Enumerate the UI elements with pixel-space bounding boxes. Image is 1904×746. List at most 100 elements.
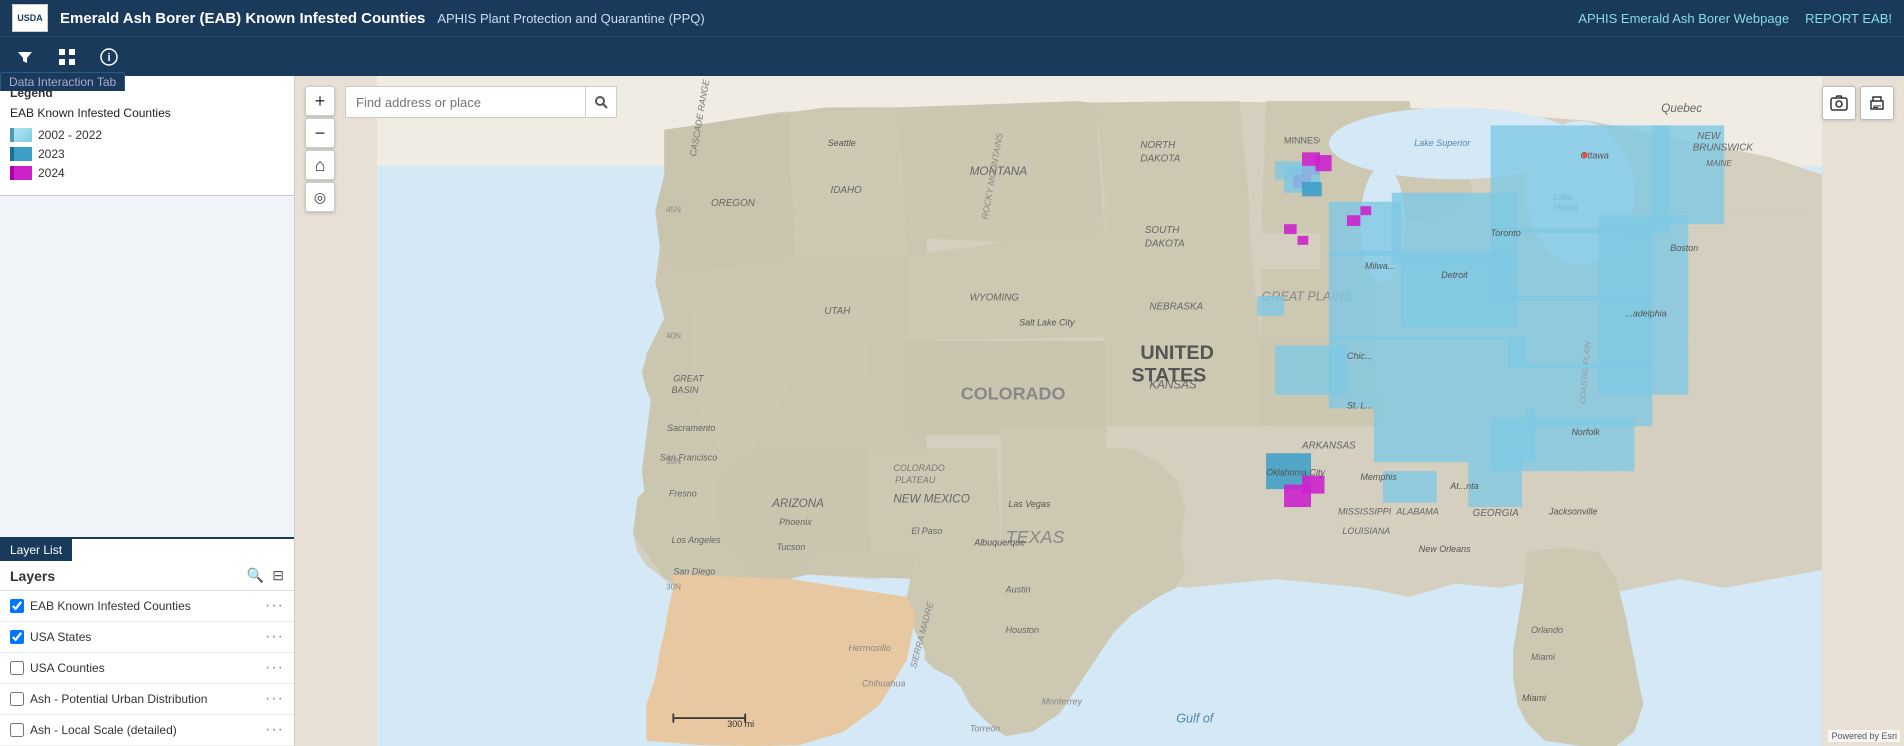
search-button[interactable]: [585, 86, 617, 118]
svg-text:NEW: NEW: [1697, 131, 1722, 142]
layers-search-button[interactable]: 🔍: [247, 567, 264, 584]
report-link[interactable]: REPORT EAB!: [1805, 11, 1892, 26]
layer-options-0[interactable]: ···: [265, 597, 284, 615]
layer-checkbox-4[interactable]: [10, 723, 24, 737]
attribution: Powered by Esri: [1828, 730, 1900, 742]
layer-name-2: USA Counties: [30, 661, 259, 675]
header: USDA Emerald Ash Borer (EAB) Known Infes…: [0, 0, 1904, 36]
main-layout: Legend EAB Known Infested Counties 2002 …: [0, 76, 1904, 746]
svg-text:BRUNSWICK: BRUNSWICK: [1693, 143, 1754, 154]
svg-text:WYOMING: WYOMING: [970, 293, 1020, 304]
svg-text:IDAHO: IDAHO: [831, 185, 863, 196]
svg-text:...adelphia: ...adelphia: [1625, 309, 1666, 319]
svg-text:NORTH: NORTH: [1140, 140, 1176, 151]
svg-text:Norfolk: Norfolk: [1571, 427, 1600, 437]
layer-list-tab[interactable]: Layer List: [0, 539, 72, 561]
header-title: Emerald Ash Borer (EAB) Known Infested C…: [60, 10, 425, 27]
svg-text:St. L...: St. L...: [1347, 400, 1373, 410]
layer-checkbox-0[interactable]: [10, 599, 24, 613]
svg-text:NEBRASKA: NEBRASKA: [1149, 302, 1203, 313]
map-top-right-buttons: [1822, 86, 1894, 120]
svg-text:i: i: [107, 52, 110, 64]
svg-text:UNITED: UNITED: [1140, 342, 1214, 364]
svg-text:Oklahoma City: Oklahoma City: [1266, 468, 1325, 478]
layers-header: Layers 🔍 ⊟: [0, 561, 294, 591]
info-button[interactable]: i: [92, 44, 126, 70]
legend-swatch-2002: [10, 128, 32, 142]
svg-text:DAKOTA: DAKOTA: [1145, 239, 1185, 250]
layers-filter-button[interactable]: ⊟: [272, 567, 284, 584]
svg-text:40N: 40N: [666, 331, 681, 340]
svg-text:El Paso: El Paso: [911, 526, 942, 536]
layer-options-3[interactable]: ···: [265, 690, 284, 708]
layer-checkbox-1[interactable]: [10, 630, 24, 644]
svg-text:GREAT: GREAT: [673, 373, 705, 383]
legend-swatch-2023: [10, 147, 32, 161]
grid-button[interactable]: [50, 44, 84, 70]
search-input[interactable]: [345, 86, 585, 118]
svg-text:Torreón: Torreón: [970, 724, 1001, 734]
layer-options-4[interactable]: ···: [265, 721, 284, 739]
map-controls: + − ⌂ ◎: [305, 86, 335, 212]
svg-text:Jacksonville: Jacksonville: [1548, 506, 1597, 516]
svg-text:OREGON: OREGON: [711, 198, 756, 209]
layer-checkbox-2[interactable]: [10, 661, 24, 675]
legend-label-2002: 2002 - 2022: [38, 128, 102, 142]
layer-name-0: EAB Known Infested Counties: [30, 599, 259, 613]
search-bar: [345, 86, 617, 118]
svg-text:PLATEAU: PLATEAU: [895, 475, 936, 485]
svg-text:COLORADO: COLORADO: [961, 383, 1066, 403]
legend-label-2024: 2024: [38, 166, 65, 180]
map-container[interactable]: OREGON CASCADE RANGE IDAHO MONTANA WYOMI…: [295, 76, 1904, 746]
svg-text:MISSISSIPPI: MISSISSIPPI: [1338, 506, 1392, 516]
layer-row-2: USA Counties ···: [0, 653, 294, 684]
svg-text:Tucson: Tucson: [777, 542, 806, 552]
svg-text:Miami: Miami: [1531, 652, 1556, 662]
print-button[interactable]: [1860, 86, 1894, 120]
svg-text:Los Angeles: Los Angeles: [672, 535, 722, 545]
svg-text:Toronto: Toronto: [1491, 228, 1521, 238]
svg-text:Memphis: Memphis: [1360, 472, 1397, 482]
svg-text:Houston: Houston: [1006, 625, 1039, 635]
layer-options-2[interactable]: ···: [265, 659, 284, 677]
header-right: APHIS Emerald Ash Borer Webpage REPORT E…: [1578, 11, 1892, 26]
filter-button[interactable]: [8, 44, 42, 70]
header-subtitle: APHIS Plant Protection and Quarantine (P…: [437, 11, 704, 26]
svg-text:ARIZONA: ARIZONA: [771, 497, 824, 510]
data-interaction-tab-label: Data Interaction Tab: [0, 72, 125, 91]
svg-text:Austin: Austin: [1005, 584, 1031, 594]
layer-row-4: Ash - Local Scale (detailed) ···: [0, 715, 294, 746]
toolbar: i Data Interaction Tab: [0, 36, 1904, 76]
legend-swatch-2024: [10, 166, 32, 180]
layer-row-1: USA States ···: [0, 622, 294, 653]
aphis-link[interactable]: APHIS Emerald Ash Borer Webpage: [1578, 11, 1789, 26]
svg-text:Chihuahua: Chihuahua: [862, 679, 905, 689]
layer-options-1[interactable]: ···: [265, 628, 284, 646]
svg-text:45N: 45N: [666, 206, 681, 215]
svg-text:Albuquerque: Albuquerque: [973, 538, 1025, 548]
home-button[interactable]: ⌂: [305, 150, 335, 180]
svg-text:Hermosillo: Hermosillo: [848, 643, 890, 653]
svg-text:LOUISIANA: LOUISIANA: [1342, 526, 1390, 536]
layers-icons: 🔍 ⊟: [247, 567, 284, 584]
svg-text:Orlando: Orlando: [1531, 625, 1563, 635]
svg-text:ALABAMA: ALABAMA: [1395, 506, 1438, 516]
svg-text:DAKOTA: DAKOTA: [1140, 153, 1180, 164]
layer-checkbox-3[interactable]: [10, 692, 24, 706]
svg-text:COLORADO: COLORADO: [893, 463, 944, 473]
svg-text:New Orleans: New Orleans: [1419, 544, 1471, 554]
svg-text:Boston: Boston: [1670, 243, 1698, 253]
layer-name-1: USA States: [30, 630, 259, 644]
svg-text:Seattle: Seattle: [828, 138, 856, 148]
svg-text:Miami: Miami: [1522, 693, 1547, 703]
svg-text:Chic...: Chic...: [1347, 351, 1372, 361]
legend-item-1: 2023: [10, 147, 284, 161]
svg-text:Fresno: Fresno: [669, 488, 697, 498]
zoom-out-button[interactable]: −: [305, 118, 335, 148]
svg-text:NEW MEXICO: NEW MEXICO: [893, 493, 969, 506]
layer-list-section: Layer List Layers 🔍 ⊟ EAB Known Infested…: [0, 537, 294, 746]
locate-button[interactable]: ◎: [305, 182, 335, 212]
zoom-in-button[interactable]: +: [305, 86, 335, 116]
svg-text:UTAH: UTAH: [824, 306, 851, 317]
screenshot-button[interactable]: [1822, 86, 1856, 120]
